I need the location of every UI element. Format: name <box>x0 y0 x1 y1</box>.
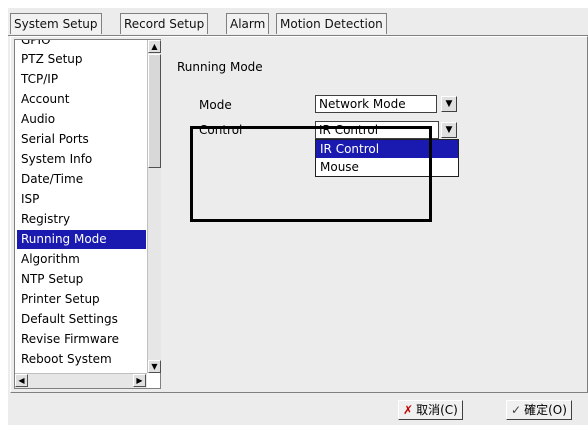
settings-window: System Setup Record Setup Alarm Motion D… <box>8 8 588 425</box>
sidebar-item-isp[interactable]: ISP <box>17 190 146 209</box>
scroll-down-arrow-icon[interactable]: ▼ <box>148 360 161 373</box>
control-select[interactable]: IR Control <box>315 121 439 139</box>
tab-record-setup[interactable]: Record Setup <box>120 13 209 34</box>
sidebar-item-tcp-ip[interactable]: TCP/IP <box>17 70 146 89</box>
control-dropdown-arrow-icon[interactable]: ▼ <box>441 122 457 138</box>
sidebar-item-audio[interactable]: Audio <box>17 110 146 129</box>
ok-button[interactable]: ✓ 確定(O) <box>506 400 572 420</box>
vertical-scroll-thumb[interactable] <box>148 54 161 168</box>
tab-bar: System Setup Record Setup Alarm Motion D… <box>8 13 588 36</box>
settings-panel: GPIO PTZ Setup TCP/IP Account Audio Seri… <box>10 36 588 393</box>
cancel-x-icon: ✗ <box>403 403 414 417</box>
dropdown-option-mouse[interactable]: Mouse <box>316 158 458 176</box>
sidebar-item-algorithm[interactable]: Algorithm <box>17 250 146 269</box>
sidebar-item-serial-ports[interactable]: Serial Ports <box>17 130 146 149</box>
settings-category-list: GPIO PTZ Setup TCP/IP Account Audio Seri… <box>14 39 161 389</box>
sidebar-item-running-mode[interactable]: Running Mode <box>17 230 146 249</box>
vertical-scrollbar[interactable]: ▲ ▼ <box>147 40 161 373</box>
scroll-up-arrow-icon[interactable]: ▲ <box>148 40 161 53</box>
sidebar-item-account[interactable]: Account <box>17 90 146 109</box>
dropdown-option-ir-control[interactable]: IR Control <box>316 140 458 158</box>
sidebar-item-ptz-setup[interactable]: PTZ Setup <box>17 50 146 69</box>
check-icon: ✓ <box>511 403 522 417</box>
sidebar-item-date-time[interactable]: Date/Time <box>17 170 146 189</box>
tab-system-setup[interactable]: System Setup <box>10 13 102 34</box>
control-dropdown-list: IR Control Mouse <box>315 139 459 177</box>
control-label: Control <box>199 123 243 137</box>
sidebar-item-registry[interactable]: Registry <box>17 210 146 229</box>
sidebar-item-revise-firmware[interactable]: Revise Firmware <box>17 330 146 349</box>
page-title: Running Mode <box>177 60 263 74</box>
ok-button-label: 確定(O) <box>524 403 567 417</box>
cancel-button[interactable]: ✗ 取消(C) <box>398 400 463 420</box>
tab-alarm[interactable]: Alarm <box>226 13 270 34</box>
scroll-right-arrow-icon[interactable]: ▶ <box>133 374 146 387</box>
sidebar-item-default-settings[interactable]: Default Settings <box>17 310 146 329</box>
sidebar-item-gpio[interactable]: GPIO <box>17 40 146 50</box>
cancel-button-label: 取消(C) <box>416 403 458 417</box>
horizontal-scrollbar[interactable]: ◀ ▶ <box>15 373 147 388</box>
category-items: GPIO PTZ Setup TCP/IP Account Audio Seri… <box>16 40 146 373</box>
sidebar-item-ntp-setup[interactable]: NTP Setup <box>17 270 146 289</box>
mode-label: Mode <box>199 98 232 112</box>
mode-select[interactable]: Network Mode <box>315 95 437 113</box>
mode-dropdown-arrow-icon[interactable]: ▼ <box>441 96 457 112</box>
scroll-left-arrow-icon[interactable]: ◀ <box>15 374 28 387</box>
tab-motion-detection[interactable]: Motion Detection <box>276 13 387 34</box>
sidebar-item-printer-setup[interactable]: Printer Setup <box>17 290 146 309</box>
sidebar-item-reboot-system[interactable]: Reboot System <box>17 350 146 369</box>
sidebar-item-system-info[interactable]: System Info <box>17 150 146 169</box>
